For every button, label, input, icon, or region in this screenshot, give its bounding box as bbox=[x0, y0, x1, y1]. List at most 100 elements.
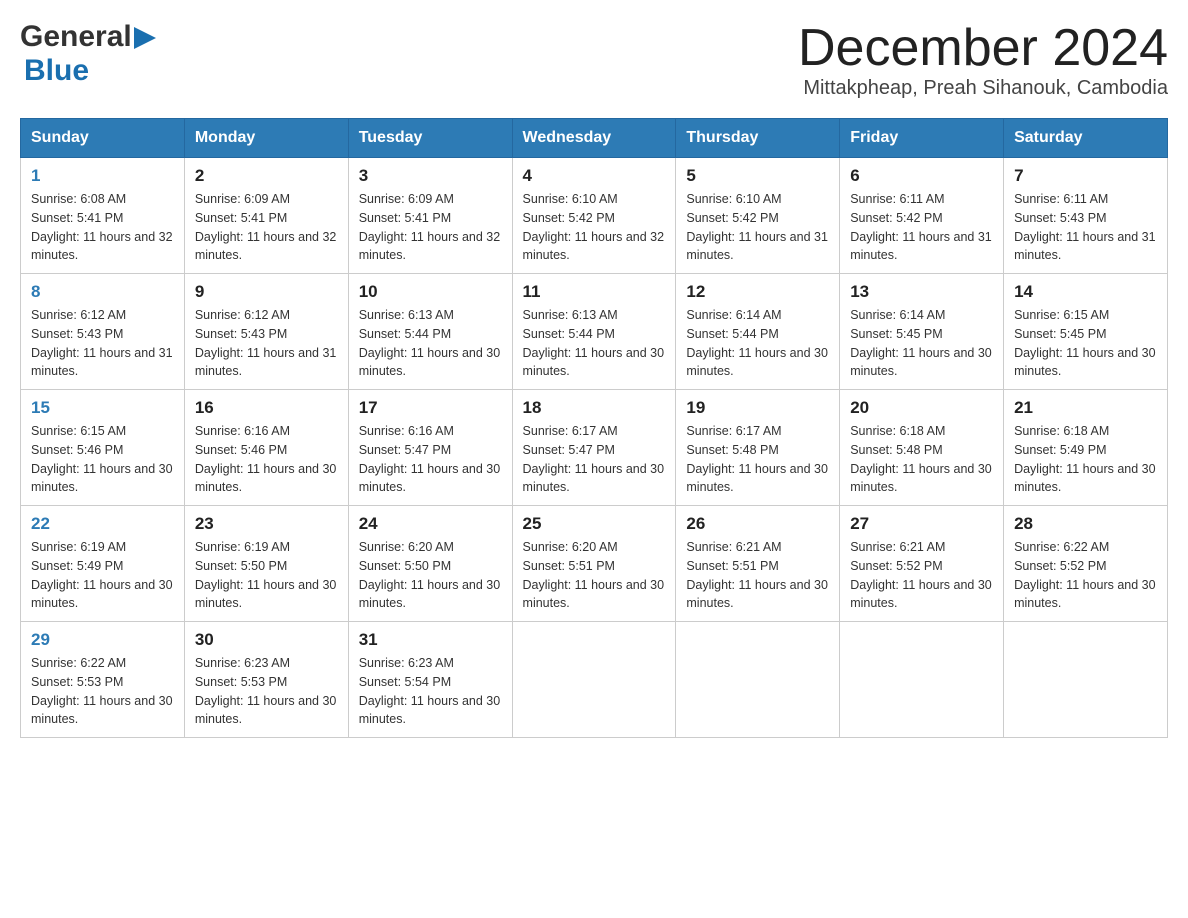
day-number: 9 bbox=[195, 282, 338, 302]
day-info: Sunrise: 6:18 AMSunset: 5:48 PMDaylight:… bbox=[850, 422, 993, 497]
day-info: Sunrise: 6:10 AMSunset: 5:42 PMDaylight:… bbox=[686, 190, 829, 265]
calendar-day-cell: 21Sunrise: 6:18 AMSunset: 5:49 PMDayligh… bbox=[1004, 390, 1168, 506]
day-number: 15 bbox=[31, 398, 174, 418]
calendar-day-cell: 2 Sunrise: 6:09 AMSunset: 5:41 PMDaylight… bbox=[184, 158, 348, 274]
day-number: 8 bbox=[31, 282, 174, 302]
day-info: Sunrise: 6:16 AMSunset: 5:46 PMDaylight:… bbox=[195, 422, 338, 497]
day-header-friday: Friday bbox=[840, 119, 1004, 158]
calendar-day-cell: 12 Sunrise: 6:14 AMSunset: 5:44 PMDayligh… bbox=[676, 274, 840, 390]
day-info: Sunrise: 6:17 AMSunset: 5:47 PMDaylight:… bbox=[523, 422, 666, 497]
day-header-monday: Monday bbox=[184, 119, 348, 158]
day-info: Sunrise: 6:13 AMSunset: 5:44 PMDaylight:… bbox=[523, 306, 666, 381]
day-number: 27 bbox=[850, 514, 993, 534]
day-number: 17 bbox=[359, 398, 502, 418]
calendar-week-row: 29Sunrise: 6:22 AMSunset: 5:53 PMDayligh… bbox=[21, 622, 1168, 738]
calendar-day-cell bbox=[840, 622, 1004, 738]
day-info: Sunrise: 6:14 AMSunset: 5:45 PMDaylight:… bbox=[850, 306, 993, 381]
calendar-day-cell: 23Sunrise: 6:19 AMSunset: 5:50 PMDayligh… bbox=[184, 506, 348, 622]
calendar-week-row: 22Sunrise: 6:19 AMSunset: 5:49 PMDayligh… bbox=[21, 506, 1168, 622]
calendar-day-cell: 19 Sunrise: 6:17 AMSunset: 5:48 PMDayligh… bbox=[676, 390, 840, 506]
day-number: 1 bbox=[31, 166, 174, 186]
calendar-day-cell: 7 Sunrise: 6:11 AMSunset: 5:43 PMDaylight… bbox=[1004, 158, 1168, 274]
day-header-saturday: Saturday bbox=[1004, 119, 1168, 158]
calendar-day-cell: 16 Sunrise: 6:16 AMSunset: 5:46 PMDayligh… bbox=[184, 390, 348, 506]
day-number: 16 bbox=[195, 398, 338, 418]
day-number: 21 bbox=[1014, 398, 1157, 418]
day-header-tuesday: Tuesday bbox=[348, 119, 512, 158]
calendar-week-row: 8 Sunrise: 6:12 AMSunset: 5:43 PMDaylight… bbox=[21, 274, 1168, 390]
calendar-day-cell: 18 Sunrise: 6:17 AMSunset: 5:47 PMDayligh… bbox=[512, 390, 676, 506]
logo-blue-text: Blue bbox=[24, 54, 89, 87]
day-number: 4 bbox=[523, 166, 666, 186]
day-info: Sunrise: 6:23 AMSunset: 5:54 PMDaylight:… bbox=[359, 654, 502, 729]
day-number: 10 bbox=[359, 282, 502, 302]
day-info: Sunrise: 6:12 AMSunset: 5:43 PMDaylight:… bbox=[31, 306, 174, 381]
page-header: General Blue December 2024 Mittakpheap, … bbox=[20, 20, 1168, 100]
day-number: 29 bbox=[31, 630, 174, 650]
calendar-day-cell: 27 Sunrise: 6:21 AMSunset: 5:52 PMDayligh… bbox=[840, 506, 1004, 622]
day-header-sunday: Sunday bbox=[21, 119, 185, 158]
calendar-day-cell: 28Sunrise: 6:22 AMSunset: 5:52 PMDayligh… bbox=[1004, 506, 1168, 622]
calendar-day-cell: 6 Sunrise: 6:11 AMSunset: 5:42 PMDaylight… bbox=[840, 158, 1004, 274]
calendar-day-cell: 10Sunrise: 6:13 AMSunset: 5:44 PMDayligh… bbox=[348, 274, 512, 390]
day-info: Sunrise: 6:16 AMSunset: 5:47 PMDaylight:… bbox=[359, 422, 502, 497]
day-number: 13 bbox=[850, 282, 993, 302]
calendar-day-cell: 9 Sunrise: 6:12 AMSunset: 5:43 PMDaylight… bbox=[184, 274, 348, 390]
day-info: Sunrise: 6:09 AMSunset: 5:41 PMDaylight:… bbox=[359, 190, 502, 265]
day-info: Sunrise: 6:15 AMSunset: 5:46 PMDaylight:… bbox=[31, 422, 174, 497]
day-number: 3 bbox=[359, 166, 502, 186]
day-number: 23 bbox=[195, 514, 338, 534]
day-info: Sunrise: 6:21 AMSunset: 5:51 PMDaylight:… bbox=[686, 538, 829, 613]
location-subtitle: Mittakpheap, Preah Sihanouk, Cambodia bbox=[798, 77, 1168, 100]
day-headers-row: SundayMondayTuesdayWednesdayThursdayFrid… bbox=[21, 119, 1168, 158]
day-header-wednesday: Wednesday bbox=[512, 119, 676, 158]
day-number: 11 bbox=[523, 282, 666, 302]
day-info: Sunrise: 6:17 AMSunset: 5:48 PMDaylight:… bbox=[686, 422, 829, 497]
calendar-day-cell: 24 Sunrise: 6:20 AMSunset: 5:50 PMDayligh… bbox=[348, 506, 512, 622]
day-number: 6 bbox=[850, 166, 993, 186]
day-info: Sunrise: 6:21 AMSunset: 5:52 PMDaylight:… bbox=[850, 538, 993, 613]
day-info: Sunrise: 6:12 AMSunset: 5:43 PMDaylight:… bbox=[195, 306, 338, 381]
day-info: Sunrise: 6:11 AMSunset: 5:42 PMDaylight:… bbox=[850, 190, 993, 265]
day-info: Sunrise: 6:19 AMSunset: 5:49 PMDaylight:… bbox=[31, 538, 174, 613]
day-number: 24 bbox=[359, 514, 502, 534]
day-number: 14 bbox=[1014, 282, 1157, 302]
day-info: Sunrise: 6:14 AMSunset: 5:44 PMDaylight:… bbox=[686, 306, 829, 381]
calendar-day-cell: 4 Sunrise: 6:10 AMSunset: 5:42 PMDaylight… bbox=[512, 158, 676, 274]
calendar-day-cell: 3 Sunrise: 6:09 AMSunset: 5:41 PMDaylight… bbox=[348, 158, 512, 274]
day-number: 2 bbox=[195, 166, 338, 186]
calendar-day-cell bbox=[512, 622, 676, 738]
calendar-day-cell: 20 Sunrise: 6:18 AMSunset: 5:48 PMDayligh… bbox=[840, 390, 1004, 506]
day-info: Sunrise: 6:10 AMSunset: 5:42 PMDaylight:… bbox=[523, 190, 666, 265]
calendar-day-cell: 8 Sunrise: 6:12 AMSunset: 5:43 PMDaylight… bbox=[21, 274, 185, 390]
calendar-day-cell: 25Sunrise: 6:20 AMSunset: 5:51 PMDayligh… bbox=[512, 506, 676, 622]
day-number: 12 bbox=[686, 282, 829, 302]
calendar-week-row: 15 Sunrise: 6:15 AMSunset: 5:46 PMDayligh… bbox=[21, 390, 1168, 506]
calendar-day-cell: 22Sunrise: 6:19 AMSunset: 5:49 PMDayligh… bbox=[21, 506, 185, 622]
title-area: December 2024 Mittakpheap, Preah Sihanou… bbox=[798, 20, 1168, 100]
logo: General Blue bbox=[20, 20, 156, 88]
calendar-day-cell: 13 Sunrise: 6:14 AMSunset: 5:45 PMDayligh… bbox=[840, 274, 1004, 390]
calendar-day-cell: 29Sunrise: 6:22 AMSunset: 5:53 PMDayligh… bbox=[21, 622, 185, 738]
day-info: Sunrise: 6:11 AMSunset: 5:43 PMDaylight:… bbox=[1014, 190, 1157, 265]
day-number: 7 bbox=[1014, 166, 1157, 186]
logo-triangle-icon bbox=[134, 27, 156, 49]
day-info: Sunrise: 6:20 AMSunset: 5:51 PMDaylight:… bbox=[523, 538, 666, 613]
calendar-week-row: 1 Sunrise: 6:08 AMSunset: 5:41 PMDaylight… bbox=[21, 158, 1168, 274]
day-info: Sunrise: 6:08 AMSunset: 5:41 PMDaylight:… bbox=[31, 190, 174, 265]
calendar-day-cell: 30Sunrise: 6:23 AMSunset: 5:53 PMDayligh… bbox=[184, 622, 348, 738]
calendar-day-cell: 17 Sunrise: 6:16 AMSunset: 5:47 PMDayligh… bbox=[348, 390, 512, 506]
day-number: 28 bbox=[1014, 514, 1157, 534]
day-info: Sunrise: 6:09 AMSunset: 5:41 PMDaylight:… bbox=[195, 190, 338, 265]
day-number: 19 bbox=[686, 398, 829, 418]
day-number: 20 bbox=[850, 398, 993, 418]
calendar-day-cell: 1 Sunrise: 6:08 AMSunset: 5:41 PMDaylight… bbox=[21, 158, 185, 274]
day-number: 26 bbox=[686, 514, 829, 534]
day-number: 18 bbox=[523, 398, 666, 418]
calendar-day-cell: 5Sunrise: 6:10 AMSunset: 5:42 PMDaylight… bbox=[676, 158, 840, 274]
calendar-day-cell: 15 Sunrise: 6:15 AMSunset: 5:46 PMDayligh… bbox=[21, 390, 185, 506]
day-info: Sunrise: 6:15 AMSunset: 5:45 PMDaylight:… bbox=[1014, 306, 1157, 381]
logo-general-text: General bbox=[20, 20, 132, 54]
day-info: Sunrise: 6:20 AMSunset: 5:50 PMDaylight:… bbox=[359, 538, 502, 613]
calendar-day-cell: 14 Sunrise: 6:15 AMSunset: 5:45 PMDayligh… bbox=[1004, 274, 1168, 390]
